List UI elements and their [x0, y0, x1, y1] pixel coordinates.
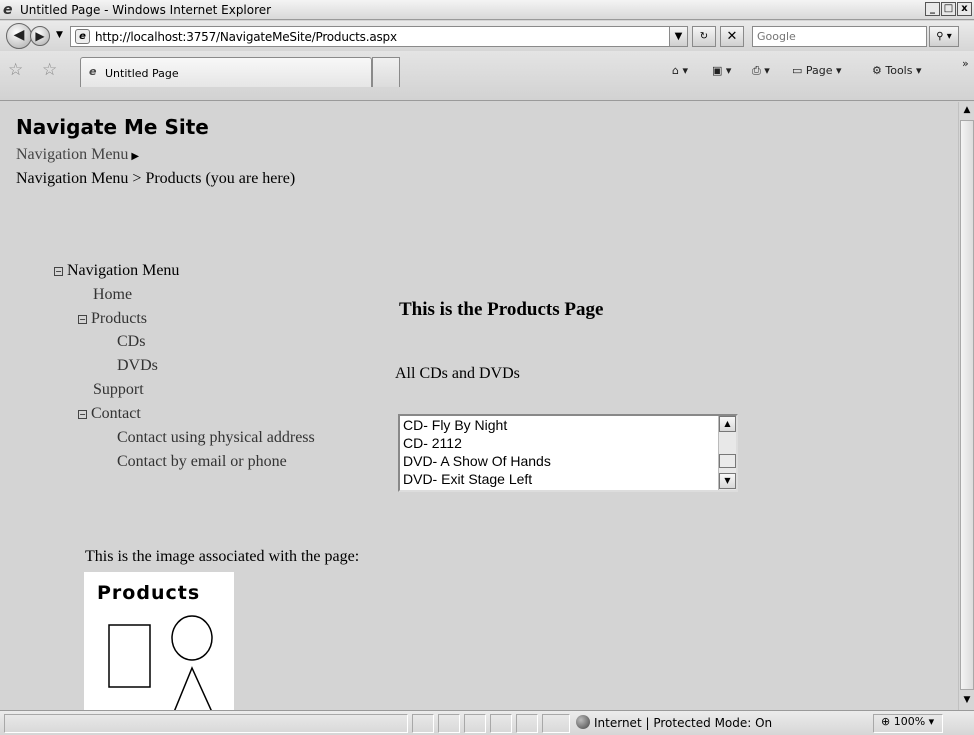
tree-node-dvds[interactable]: DVDs: [117, 357, 158, 375]
tree-node-contact-email[interactable]: Contact by email or phone: [117, 453, 287, 471]
list-item[interactable]: CD- 2112: [403, 435, 462, 451]
tree-node-support[interactable]: Support: [93, 381, 144, 399]
address-bar[interactable]: e http://localhost:3757/NavigateMeSite/P…: [70, 26, 688, 47]
scroll-down-icon[interactable]: ▼: [719, 473, 736, 489]
listbox-scrollbar[interactable]: ▲ ▼: [718, 416, 736, 490]
feeds-icon[interactable]: ▣ ▾: [712, 64, 731, 77]
listbox-scroll-thumb[interactable]: [719, 454, 736, 468]
home-icon[interactable]: ⌂ ▾: [672, 64, 688, 77]
stop-icon[interactable]: ✕: [720, 26, 744, 47]
page-menu-label: Page: [805, 64, 833, 77]
tab-label: Untitled Page: [105, 67, 179, 80]
ie-logo-icon: e: [3, 2, 13, 18]
status-segment: [542, 714, 570, 733]
search-input[interactable]: [753, 27, 926, 46]
zoom-icon: ⊕: [881, 715, 891, 728]
favorites-star-icon[interactable]: ☆: [8, 60, 23, 80]
tree-node-navigation-menu[interactable]: − Navigation Menu: [54, 262, 179, 280]
page-scroll-thumb[interactable]: [960, 120, 974, 690]
status-segment: [516, 714, 538, 733]
address-dropdown-icon[interactable]: ▼: [669, 26, 688, 47]
tree-label-contact[interactable]: Contact: [91, 405, 141, 422]
collapse-icon[interactable]: −: [54, 267, 63, 276]
image-caption: This is the image associated with the pa…: [85, 548, 360, 565]
scroll-up-icon[interactable]: ▲: [719, 416, 736, 432]
search-box[interactable]: [752, 26, 927, 47]
print-icon[interactable]: ⎙ ▾: [752, 64, 770, 78]
window-title: Untitled Page - Windows Internet Explore…: [20, 3, 272, 17]
tab-untitled-page[interactable]: e Untitled Page: [80, 57, 372, 87]
list-item[interactable]: DVD- A Show Of Hands: [403, 453, 551, 469]
status-segment: [464, 714, 486, 733]
tree-node-contact[interactable]: − Contact: [78, 405, 141, 423]
navigation-bar: ◀ ▶ ▼ e http://localhost:3757/NavigateMe…: [0, 21, 974, 51]
tools-menu-label: Tools: [885, 64, 913, 77]
page-icon: e: [75, 29, 90, 44]
close-button[interactable]: x: [957, 2, 972, 16]
status-segment: [412, 714, 434, 733]
back-button[interactable]: ◀: [6, 23, 32, 49]
list-item[interactable]: CD- Fly By Night: [403, 417, 507, 433]
tree-label-root[interactable]: Navigation Menu: [67, 262, 179, 279]
recent-pages-dropdown-icon[interactable]: ▼: [56, 30, 63, 40]
list-item[interactable]: DVD- Exit Stage Left: [403, 471, 532, 487]
products-listbox[interactable]: CD- Fly By Night CD- 2112 DVD- A Show Of…: [398, 414, 738, 492]
products-image: Products: [84, 572, 234, 710]
new-tab-button[interactable]: [372, 57, 400, 87]
address-url[interactable]: http://localhost:3757/NavigateMeSite/Pro…: [95, 30, 397, 44]
scroll-down-icon[interactable]: ▼: [960, 692, 974, 708]
security-zone-label: Internet | Protected Mode: On: [594, 716, 773, 730]
scroll-up-icon[interactable]: ▲: [960, 102, 974, 118]
menu-expand-arrow-icon: ▶: [131, 151, 140, 162]
globe-icon: [576, 715, 590, 729]
title-bar: e Untitled Page - Windows Internet Explo…: [0, 0, 974, 20]
tools-menu[interactable]: ⚙ Tools ▾: [872, 64, 922, 77]
navigation-menu[interactable]: Navigation Menu ▶: [16, 146, 139, 164]
collapse-icon[interactable]: −: [78, 315, 87, 324]
page-scrollbar[interactable]: ▲ ▼: [958, 102, 974, 710]
minimize-button[interactable]: _: [925, 2, 940, 16]
breadcrumb: Navigation Menu > Products (you are here…: [16, 170, 296, 187]
navigation-menu-label[interactable]: Navigation Menu: [16, 146, 128, 163]
status-bar: Internet | Protected Mode: On ⊕ 100% ▾: [0, 710, 974, 735]
search-icon[interactable]: ⚲ ▾: [929, 26, 959, 47]
tree-node-home[interactable]: Home: [93, 286, 132, 304]
status-text-segment: [4, 714, 408, 733]
zoom-control[interactable]: ⊕ 100% ▾: [881, 715, 934, 728]
zoom-level: 100%: [893, 715, 926, 728]
maximize-button[interactable]: □: [941, 2, 956, 16]
shapes-drawing: [108, 615, 213, 710]
collapse-icon[interactable]: −: [78, 410, 87, 419]
tree-node-cds[interactable]: CDs: [117, 333, 145, 351]
list-caption: All CDs and DVDs: [395, 365, 520, 382]
status-segment: [438, 714, 460, 733]
status-segment: [490, 714, 512, 733]
chevron-more-icon[interactable]: »: [962, 57, 969, 70]
site-title: Navigate Me Site: [16, 115, 209, 139]
page-heading: This is the Products Page: [399, 299, 604, 320]
page-menu[interactable]: ▭ Page ▾: [792, 64, 842, 77]
security-zone[interactable]: Internet | Protected Mode: On: [576, 715, 772, 730]
refresh-icon[interactable]: ↻: [692, 26, 716, 47]
forward-button[interactable]: ▶: [30, 26, 50, 46]
page-content: Navigate Me Site Navigation Menu ▶ Naviga…: [0, 102, 958, 710]
add-favorites-icon[interactable]: ☆: [42, 60, 57, 80]
tree-label-products[interactable]: Products: [91, 310, 147, 327]
window-controls: _ □ x: [925, 2, 972, 16]
favorites-bar: ☆ ☆ e Untitled Page ⌂ ▾ ▣ ▾ ⎙ ▾ ▭ Page ▾…: [0, 51, 974, 101]
tree-node-contact-physical[interactable]: Contact using physical address: [117, 429, 315, 447]
tab-page-icon: e: [89, 65, 97, 78]
tree-node-products[interactable]: − Products: [78, 310, 147, 328]
